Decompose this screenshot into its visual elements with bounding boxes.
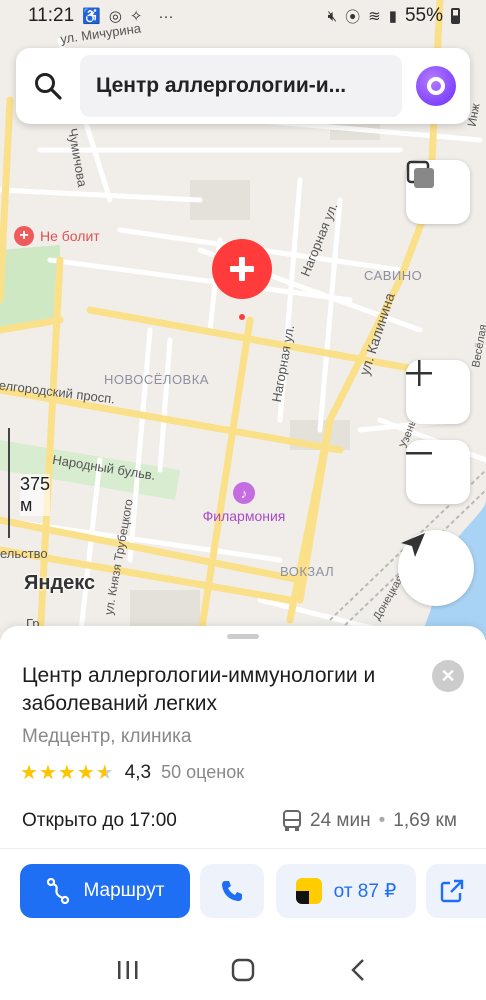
bus-icon bbox=[283, 810, 301, 831]
alice-icon[interactable] bbox=[416, 66, 456, 106]
battery-icon bbox=[451, 8, 460, 24]
home-button[interactable] bbox=[223, 950, 263, 990]
action-buttons: Маршрут от 87 ₽ bbox=[0, 864, 486, 920]
star-icon: ★ bbox=[38, 762, 57, 784]
poi-filarmoniya[interactable]: ♪ Филармония bbox=[196, 482, 292, 524]
medical-cross-icon: + bbox=[14, 226, 34, 246]
transit-info[interactable]: 24 мин • 1,69 км bbox=[282, 810, 457, 832]
battery-percent: 55% bbox=[404, 5, 443, 26]
search-icon[interactable] bbox=[16, 48, 80, 124]
share-icon bbox=[440, 879, 464, 903]
taxi-price: от 87 ₽ bbox=[333, 880, 397, 902]
star-half-icon: ★ bbox=[95, 762, 114, 784]
layers-icon bbox=[406, 160, 434, 188]
phone-icon bbox=[222, 881, 242, 901]
taxi-icon bbox=[295, 878, 322, 904]
sheet-grabber[interactable] bbox=[227, 634, 259, 639]
system-nav-bar bbox=[0, 940, 486, 1000]
star-icon: ★ bbox=[20, 762, 38, 784]
music-note-icon: ♪ bbox=[233, 482, 255, 504]
poi-ne-bolit[interactable]: + Не болит bbox=[14, 226, 100, 246]
close-button[interactable]: ✕ bbox=[432, 660, 464, 692]
transit-time: 24 мин bbox=[310, 810, 371, 831]
my-location-button[interactable] bbox=[398, 530, 474, 606]
search-input[interactable]: Центр аллергологии-и... bbox=[80, 55, 402, 117]
taxi-button[interactable]: от 87 ₽ bbox=[276, 864, 416, 918]
back-button[interactable] bbox=[338, 950, 378, 990]
place-card[interactable]: Центр аллергологии-иммунологии и заболев… bbox=[0, 626, 486, 946]
close-icon: ✕ bbox=[440, 665, 456, 686]
instagram-icon: ◎ bbox=[108, 8, 122, 25]
layers-button[interactable] bbox=[406, 160, 470, 224]
poi-ne-bolit-label: Не болит bbox=[40, 228, 100, 244]
home-icon bbox=[231, 958, 255, 982]
district-novoselovka: НОВОСЁЛОВКА bbox=[104, 372, 209, 387]
status-bar: 11:21 ♿ ◎ ✧ ··· 🔇︎ ⦿ ≋ ▮ 55% bbox=[0, 0, 486, 32]
status-time: 11:21 bbox=[28, 5, 75, 26]
yandex-logo: Яндекс bbox=[24, 572, 96, 594]
scale-line bbox=[8, 428, 12, 538]
zoom-in-button[interactable] bbox=[406, 360, 470, 424]
recent-apps-icon bbox=[117, 961, 138, 979]
back-icon bbox=[351, 959, 365, 981]
route-button-label: Маршрут bbox=[83, 880, 165, 901]
star-icon: ★ bbox=[76, 762, 95, 784]
person-icon: ✧ bbox=[129, 8, 143, 25]
opening-hours[interactable]: Открыто до 17:00 bbox=[22, 810, 177, 832]
mute-icon: 🔇︎ bbox=[327, 7, 338, 25]
wifi-icon: ≋ bbox=[368, 8, 381, 25]
route-icon bbox=[46, 878, 69, 904]
star-icon: ★ bbox=[57, 762, 76, 784]
divider bbox=[0, 848, 486, 849]
transit-separator: • bbox=[378, 810, 386, 831]
more-notifications-icon: ··· bbox=[158, 7, 174, 25]
place-category: Медцентр, клиника bbox=[22, 726, 192, 747]
district-savino: САВИНО bbox=[364, 268, 423, 283]
accessibility-icon: ♿ bbox=[82, 8, 101, 25]
scale-text: 375 м bbox=[20, 474, 51, 516]
zoom-out-button[interactable] bbox=[406, 440, 470, 504]
district-vokzal: ВОКЗАЛ bbox=[280, 564, 335, 579]
minus-icon bbox=[406, 452, 432, 455]
poi-filarmoniya-label: Филармония bbox=[202, 508, 286, 524]
share-button[interactable] bbox=[426, 864, 486, 918]
rating-value: 4,3 bbox=[124, 761, 152, 783]
rating-row[interactable]: ★ ★ ★ ★ ★ 4,3 50 оценок bbox=[20, 760, 244, 785]
pin-location-dot bbox=[239, 314, 245, 320]
recent-apps-button[interactable] bbox=[108, 950, 148, 990]
location-icon: ⦿ bbox=[345, 8, 361, 26]
place-title: Центр аллергологии-иммунологии и заболев… bbox=[22, 664, 376, 715]
map-label-stvo: ельство bbox=[0, 546, 48, 561]
call-button[interactable] bbox=[200, 864, 264, 918]
rating-count[interactable]: 50 оценок bbox=[161, 762, 244, 783]
route-button[interactable]: Маршрут bbox=[20, 864, 190, 918]
search-bar[interactable]: Центр аллергологии-и... bbox=[16, 48, 470, 124]
navigation-arrow-icon bbox=[401, 533, 425, 557]
plus-icon bbox=[406, 360, 432, 386]
selected-place-pin[interactable] bbox=[211, 238, 273, 300]
signal-icon: ▮ bbox=[388, 8, 397, 25]
transit-distance: 1,69 км bbox=[393, 810, 457, 831]
